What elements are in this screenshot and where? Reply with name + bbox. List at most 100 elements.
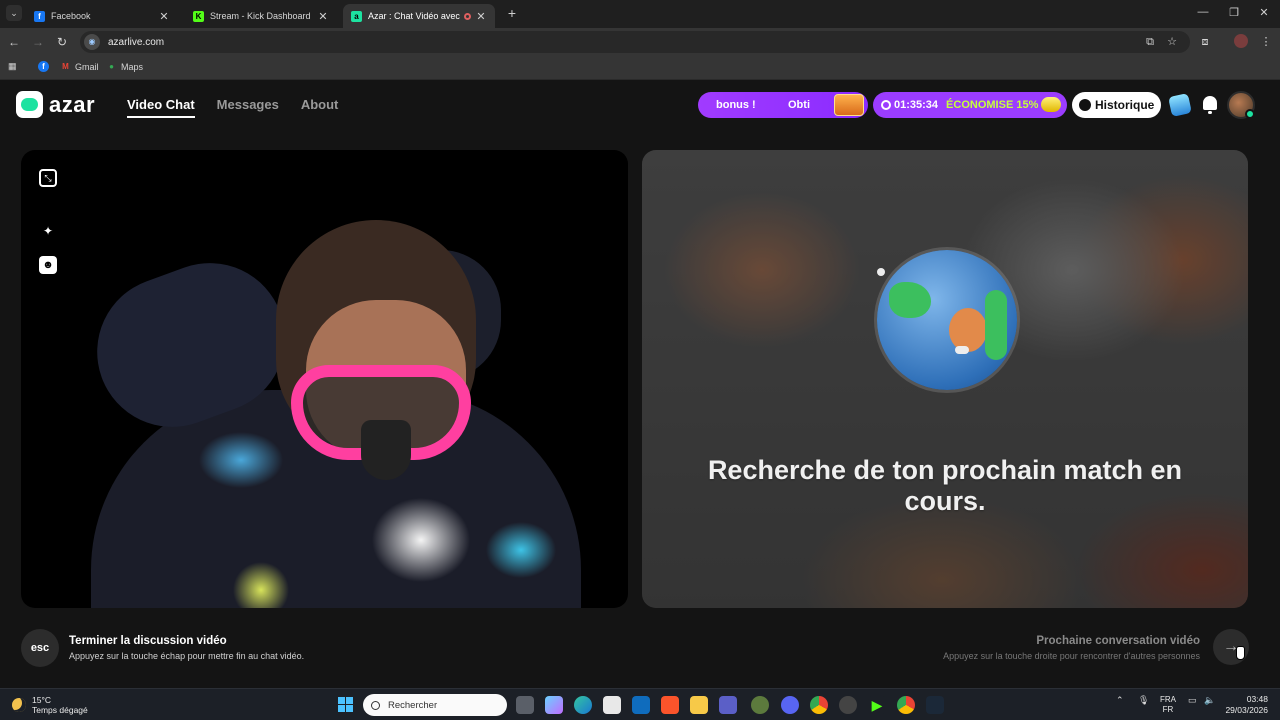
copilot-icon[interactable]: [545, 696, 563, 714]
history-clock-icon: [1079, 99, 1091, 111]
brave-icon[interactable]: [661, 696, 679, 714]
outlook-icon[interactable]: [632, 696, 650, 714]
cast-icon[interactable]: ⧉: [1142, 34, 1158, 50]
main-nav: Video Chat Messages About: [127, 97, 338, 118]
bookmark-label: Maps: [121, 61, 144, 72]
search-placeholder: Rechercher: [388, 699, 438, 711]
restore-icon[interactable]: ❐: [1224, 6, 1244, 19]
recording-indicator-icon: [464, 12, 471, 20]
folder-icon[interactable]: [690, 696, 708, 714]
tab-title: Facebook: [51, 11, 91, 21]
kick-favicon-icon: K: [193, 10, 204, 22]
keyboard-layout: FR: [1162, 705, 1174, 714]
back-arrow-icon[interactable]: ←: [6, 34, 22, 50]
apps-grid-icon[interactable]: ▦: [8, 61, 17, 72]
nav-about[interactable]: About: [301, 97, 339, 118]
mouse-cursor-icon: [1236, 646, 1245, 660]
more-menu-icon[interactable]: ⋮: [1258, 34, 1274, 50]
windows-start-icon[interactable]: [338, 697, 353, 712]
azar-logo[interactable]: azar: [16, 91, 95, 118]
browser-tab-bar: ⌄ f Facebook ✕ K Stream - Kick Dashboard…: [0, 0, 1280, 28]
clock-time: 03:48: [1246, 694, 1268, 704]
end-chat-title: Terminer la discussion vidéo: [69, 635, 227, 647]
teams-icon[interactable]: [719, 696, 737, 714]
network-icon[interactable]: ▭: [1188, 695, 1197, 706]
face-filter-icon[interactable]: ☻: [39, 256, 57, 274]
volume-icon[interactable]: 🔈: [1204, 695, 1215, 706]
tab-azar[interactable]: a Azar : Chat Vidéo avec de n ✕: [343, 4, 495, 28]
searching-match-text: Recherche de ton prochain match en cours…: [707, 455, 1183, 516]
site-info-icon[interactable]: ◉: [84, 34, 100, 50]
extensions-icon[interactable]: ⧈: [1197, 34, 1213, 50]
nav-messages[interactable]: Messages: [217, 97, 279, 118]
user-avatar[interactable]: [1227, 91, 1255, 119]
system-clock[interactable]: 03:48 29/03/2026: [1225, 694, 1268, 716]
taskbar-search-input[interactable]: Rechercher: [363, 694, 507, 716]
close-icon[interactable]: ✕: [158, 10, 170, 23]
tab-facebook[interactable]: f Facebook ✕: [26, 4, 178, 28]
microphone-icon[interactable]: 🎙: [1138, 695, 1149, 706]
notification-bell-icon[interactable]: [1200, 95, 1220, 115]
minimize-video-icon[interactable]: ⤡: [39, 169, 57, 187]
chrome2-icon[interactable]: [897, 696, 915, 714]
azar-logo-icon: [16, 91, 43, 118]
logo-text: azar: [49, 91, 96, 117]
end-chat-description: Appuyez sur la touche échap pour mettre …: [69, 651, 305, 661]
reload-icon[interactable]: ↻: [54, 34, 70, 50]
weather-description: Temps dégagé: [32, 705, 88, 715]
new-tab-button[interactable]: +: [504, 5, 520, 21]
browser-toolbar: ← → ↻ ◉ azarlive.com ⧉ ☆ ⧈ ⋮: [0, 28, 1280, 56]
bonus-banner-button[interactable]: bonus ! Obti: [698, 92, 868, 118]
close-icon[interactable]: ✕: [317, 10, 329, 23]
window-close-icon[interactable]: ✕: [1254, 6, 1274, 19]
bookmark-maps[interactable]: ● Maps: [106, 61, 143, 72]
language-indicator[interactable]: FRA FR: [1160, 695, 1176, 715]
bookmark-facebook[interactable]: f: [38, 61, 53, 72]
language-code: FRA: [1160, 695, 1176, 704]
bookmark-gmail[interactable]: M Gmail: [60, 61, 98, 72]
weather-widget[interactable]: 15°C Temps dégagé: [12, 695, 88, 715]
clock-icon: [881, 100, 891, 110]
tab-title: Azar : Chat Vidéo avec de n: [368, 11, 460, 21]
tab-search-chevron-icon[interactable]: ⌄: [6, 5, 22, 21]
url-text[interactable]: azarlive.com: [108, 37, 164, 48]
store-icon[interactable]: [603, 696, 621, 714]
chrome-icon[interactable]: [810, 696, 828, 714]
discord-icon[interactable]: [781, 696, 799, 714]
tab-kick-dashboard[interactable]: K Stream - Kick Dashboard ✕: [185, 4, 337, 28]
bonus-cta-text: Obti: [788, 99, 810, 111]
search-icon: [371, 700, 380, 710]
azar-page: azar Video Chat Messages About bonus ! O…: [0, 81, 1280, 688]
self-camera-video: ⤡ ✦ ☻: [21, 150, 628, 608]
history-button[interactable]: Historique: [1072, 92, 1161, 118]
close-icon[interactable]: ✕: [475, 10, 487, 23]
windows-taskbar: 15°C Temps dégagé Rechercher ▶ ⌃ 🎙 FRA F…: [0, 688, 1280, 720]
kick-icon[interactable]: ▶: [868, 696, 886, 714]
app-icon[interactable]: [751, 696, 769, 714]
clock-date: 29/03/2026: [1225, 705, 1268, 715]
countdown-timer: 01:35:34: [894, 99, 939, 111]
magic-wand-effects-icon[interactable]: ✦: [39, 222, 57, 240]
edge-icon[interactable]: [574, 696, 592, 714]
task-view-icon[interactable]: [516, 696, 534, 714]
bookmark-star-icon[interactable]: ☆: [1164, 34, 1180, 50]
history-label: Historique: [1095, 98, 1155, 112]
end-chat-esc-button[interactable]: esc: [21, 629, 59, 667]
partner-video-searching: Recherche de ton prochain match en cours…: [642, 150, 1248, 608]
bookmarks-bar: ▦ f M Gmail ● Maps: [0, 56, 1280, 80]
forward-arrow-icon[interactable]: →: [30, 34, 46, 50]
profile-icon[interactable]: [1233, 34, 1249, 50]
steam-icon[interactable]: [926, 696, 944, 714]
moon-weather-icon: [12, 698, 26, 712]
gem-shop-icon[interactable]: [1168, 93, 1192, 117]
nav-video-chat[interactable]: Video Chat: [127, 97, 195, 118]
discount-timer-button[interactable]: 01:35:34 ÉCONOMISE 15%: [873, 92, 1067, 118]
tray-chevron-icon[interactable]: ⌃: [1116, 695, 1124, 706]
azar-favicon-icon: a: [351, 10, 362, 22]
app2-icon[interactable]: [839, 696, 857, 714]
address-bar[interactable]: ◉ azarlive.com: [80, 31, 1190, 53]
minimize-icon[interactable]: —: [1193, 6, 1213, 18]
facebook-favicon-icon: f: [34, 10, 45, 22]
next-chat-description: Appuyez sur la touche droite pour rencon…: [943, 651, 1200, 661]
facebook-icon: f: [38, 61, 49, 72]
